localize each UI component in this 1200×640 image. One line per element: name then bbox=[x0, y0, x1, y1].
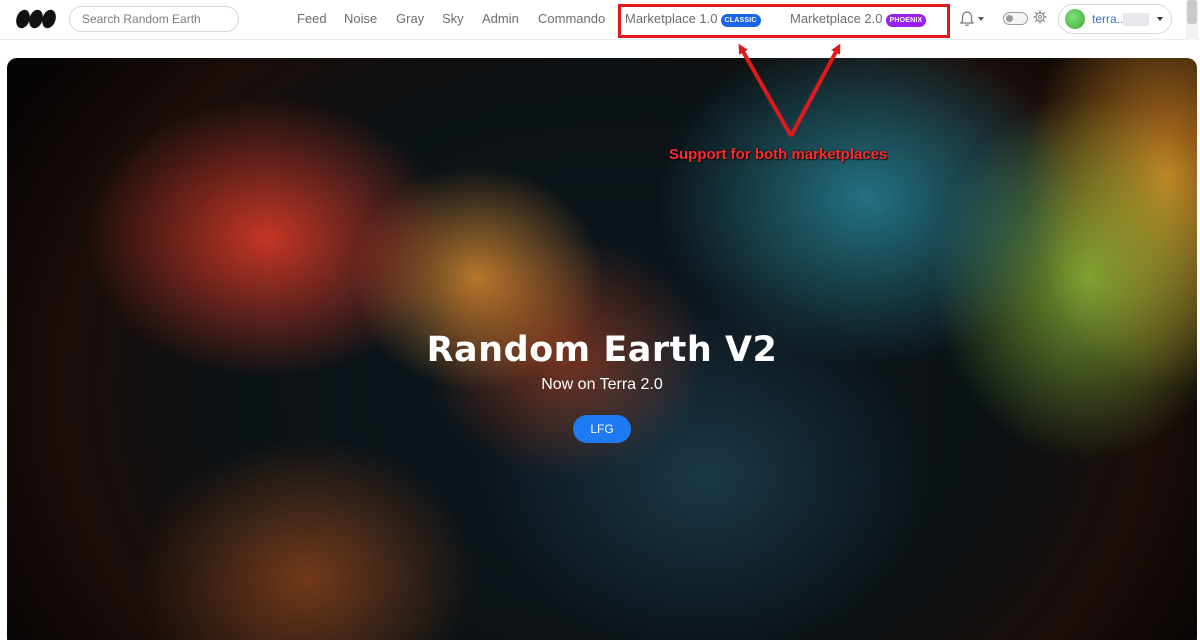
scrollbar-thumb[interactable] bbox=[1187, 0, 1197, 24]
wallet-chevron-down-icon bbox=[1157, 17, 1163, 21]
nav-gray[interactable]: Gray bbox=[396, 11, 424, 27]
toggle-knob bbox=[1006, 15, 1013, 22]
hero-title: Random Earth V2 bbox=[426, 330, 778, 370]
nav-admin[interactable]: Admin bbox=[482, 11, 519, 27]
nav-feed[interactable]: Feed bbox=[297, 11, 327, 27]
bell-icon[interactable] bbox=[959, 10, 975, 28]
app-window: Feed Noise Gray Sky Admin Commando Marke… bbox=[0, 0, 1200, 640]
top-navigation-bar: Feed Noise Gray Sky Admin Commando Marke… bbox=[0, 0, 1200, 40]
search-box bbox=[69, 6, 239, 32]
avatar bbox=[1065, 9, 1085, 29]
wallet-address-redacted bbox=[1123, 13, 1149, 26]
logo-icon[interactable] bbox=[14, 8, 60, 30]
nav-noise[interactable]: Noise bbox=[344, 11, 377, 27]
annotation-highlight-box bbox=[618, 4, 950, 38]
annotation-label: Support for both marketplaces bbox=[669, 146, 888, 163]
chevron-down-icon[interactable] bbox=[978, 17, 984, 21]
hero-subtitle: Now on Terra 2.0 bbox=[541, 376, 663, 393]
wallet-address: terra.. bbox=[1092, 12, 1124, 26]
hero-banner: Random Earth V2 Now on Terra 2.0 LFG bbox=[7, 58, 1197, 640]
nav-sky[interactable]: Sky bbox=[442, 11, 464, 27]
theme-toggle[interactable] bbox=[1003, 12, 1028, 25]
wallet-button[interactable]: terra.. bbox=[1058, 4, 1172, 34]
gear-icon[interactable] bbox=[1033, 10, 1047, 24]
search-input[interactable] bbox=[70, 7, 238, 31]
nav-commando[interactable]: Commando bbox=[538, 11, 605, 27]
lfg-button[interactable]: LFG bbox=[573, 415, 631, 443]
